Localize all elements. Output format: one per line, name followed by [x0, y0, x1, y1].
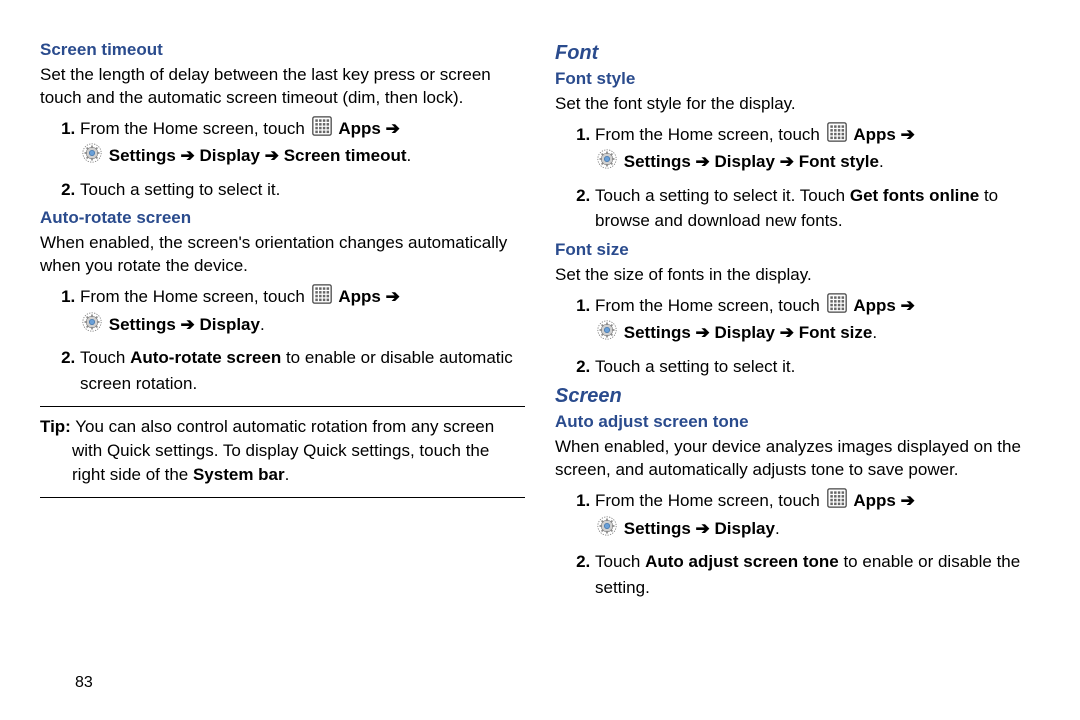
- steps-font-size: From the Home screen, touch Apps ➔ Setti…: [555, 293, 1040, 380]
- apps-icon: [312, 116, 332, 144]
- heading-font-size: Font size: [555, 240, 1040, 260]
- divider: [40, 497, 525, 498]
- step: From the Home screen, touch Apps ➔ Setti…: [595, 293, 1040, 348]
- heading-font-style: Font style: [555, 69, 1040, 89]
- desc-auto-rotate: When enabled, the screen's orientation c…: [40, 232, 525, 278]
- step: Touch Auto adjust screen tone to enable …: [595, 549, 1040, 600]
- desc-font-size: Set the size of fonts in the display.: [555, 264, 1040, 287]
- step: Touch a setting to select it.: [595, 354, 1040, 380]
- apps-icon: [827, 488, 847, 516]
- step: From the Home screen, touch Apps ➔ Setti…: [80, 116, 525, 171]
- section-font: Font: [555, 42, 1040, 65]
- apps-icon: [312, 284, 332, 312]
- heading-screen-timeout: Screen timeout: [40, 40, 525, 60]
- desc-font-style: Set the font style for the display.: [555, 93, 1040, 116]
- page-number: 83: [75, 674, 93, 692]
- steps-screen-tone: From the Home screen, touch Apps ➔ Setti…: [555, 488, 1040, 600]
- gear-icon: [82, 312, 102, 340]
- right-column: Font Font style Set the font style for t…: [555, 40, 1040, 606]
- heading-auto-rotate: Auto-rotate screen: [40, 208, 525, 228]
- left-column: Screen timeout Set the length of delay b…: [40, 40, 525, 606]
- heading-screen-tone: Auto adjust screen tone: [555, 412, 1040, 432]
- desc-screen-tone: When enabled, your device analyzes image…: [555, 436, 1040, 482]
- step: Touch a setting to select it. Touch Get …: [595, 183, 1040, 234]
- steps-screen-timeout: From the Home screen, touch Apps ➔ Setti…: [40, 116, 525, 203]
- steps-font-style: From the Home screen, touch Apps ➔ Setti…: [555, 122, 1040, 234]
- step: From the Home screen, touch Apps ➔ Setti…: [595, 122, 1040, 177]
- step: Touch a setting to select it.: [80, 177, 525, 203]
- apps-icon: [827, 293, 847, 321]
- divider: [40, 406, 525, 407]
- tip-block: Tip: You can also control automatic rota…: [40, 415, 525, 486]
- step: From the Home screen, touch Apps ➔ Setti…: [595, 488, 1040, 543]
- desc-screen-timeout: Set the length of delay between the last…: [40, 64, 525, 110]
- steps-auto-rotate: From the Home screen, touch Apps ➔ Setti…: [40, 284, 525, 396]
- section-screen: Screen: [555, 385, 1040, 408]
- gear-icon: [597, 149, 617, 177]
- step: From the Home screen, touch Apps ➔ Setti…: [80, 284, 525, 339]
- apps-icon: [827, 122, 847, 150]
- gear-icon: [597, 516, 617, 544]
- gear-icon: [82, 143, 102, 171]
- gear-icon: [597, 320, 617, 348]
- step: Touch Auto-rotate screen to enable or di…: [80, 345, 525, 396]
